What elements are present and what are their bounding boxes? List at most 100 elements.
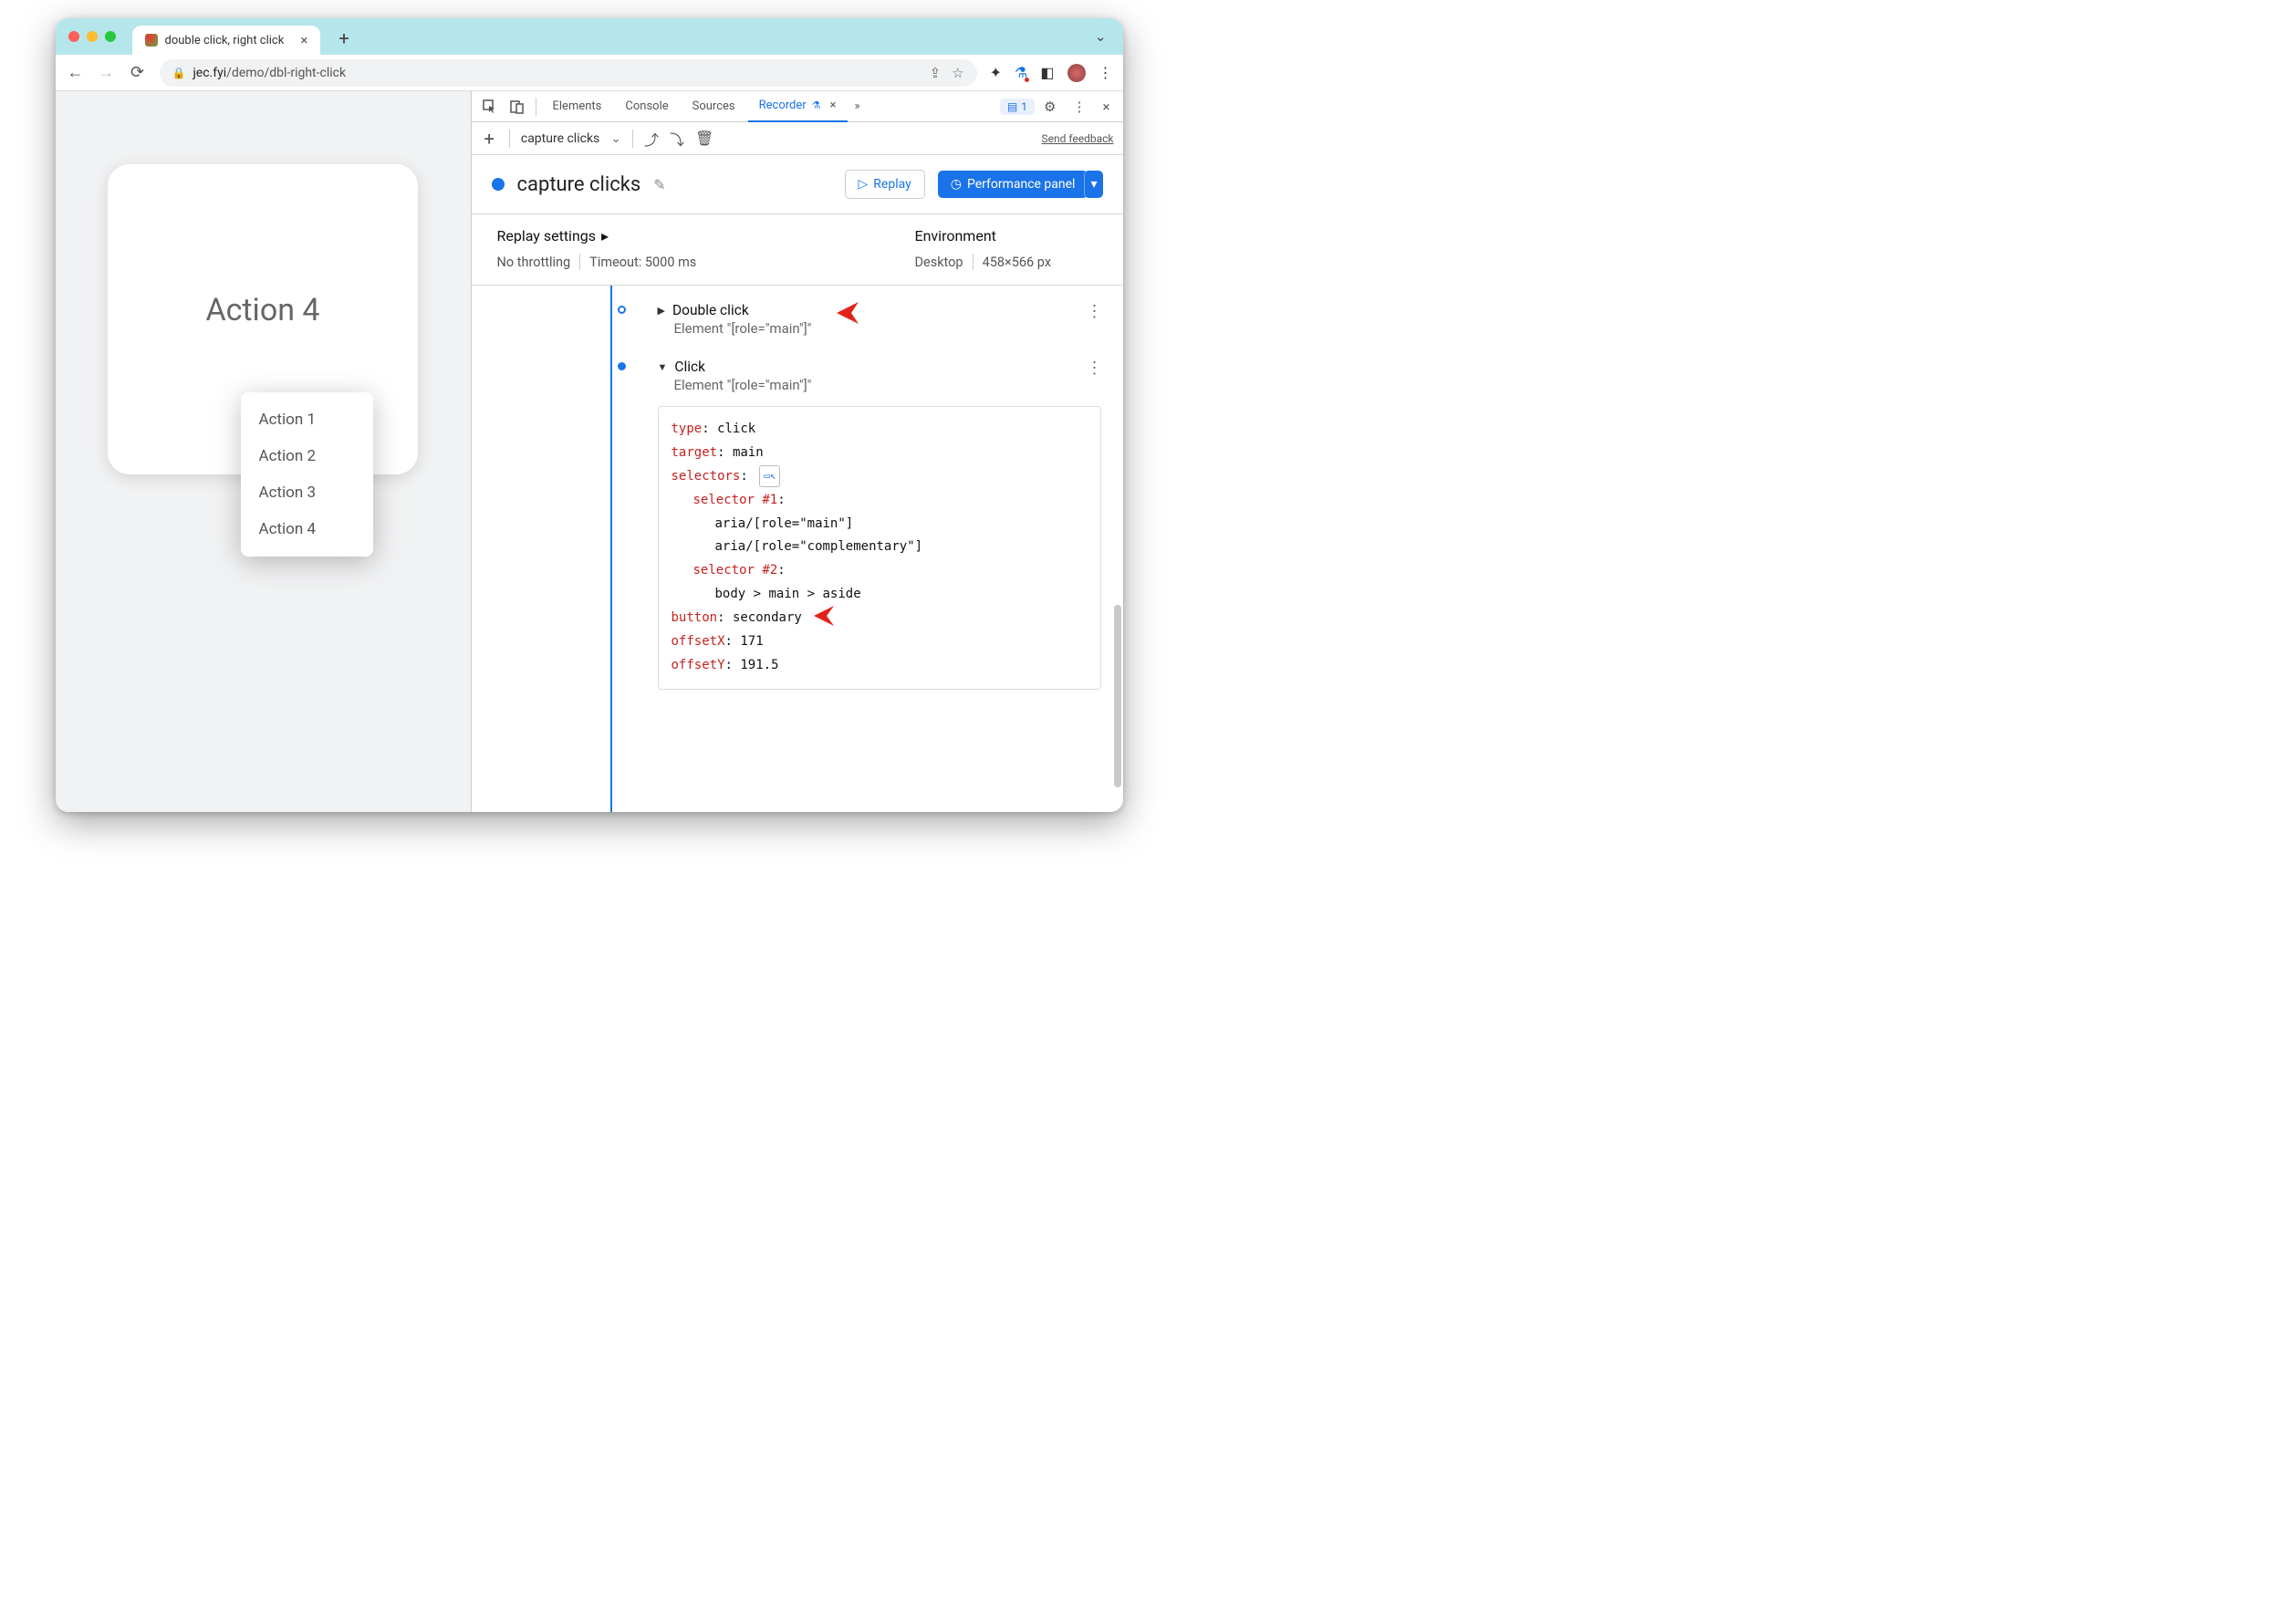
bookmark-icon[interactable]: ☆ [952,65,963,81]
devtools-tab-elements[interactable]: Elements [542,91,613,122]
replay-button-label: Replay [873,177,911,192]
devtools-tab-recorder[interactable]: Recorder ⚗ × [748,91,848,122]
detail-value: 191.5 [740,658,778,672]
window-maximize-button[interactable] [105,31,116,42]
new-recording-button[interactable]: + [481,128,498,150]
browser-toolbar: ← → ⟳ 🔒 jec.fyi/demo/dbl-right-click ⇪ ☆… [56,55,1123,91]
devtools-settings-icon[interactable]: ⚙ [1036,99,1063,115]
expand-icon[interactable]: ▶ [658,305,665,317]
page-viewport[interactable]: Action 4 Action 1 Action 2 Action 3 Acti… [56,91,471,812]
recording-name: capture clicks [521,131,599,146]
devtools-menu-icon[interactable]: ⋮ [1065,99,1093,115]
share-icon[interactable]: ⇪ [930,65,942,81]
export-icon[interactable]: ⤴ [644,128,659,150]
detail-key: offsetX [672,634,725,649]
devtools-panel: Elements Console Sources Recorder ⚗ × » … [471,91,1123,812]
card-title: Action 4 [205,292,319,328]
throttling-value: No throttling [497,255,571,270]
detail-value: aria/[role="main"] [672,513,1088,536]
window-titlebar: double click, right click × + ⌄ [56,18,1123,55]
context-menu-item[interactable]: Action 4 [241,511,373,547]
context-menu-item[interactable]: Action 1 [241,401,373,438]
devtools-tab-sources[interactable]: Sources [682,91,746,122]
tabs-dropdown-button[interactable]: ⌄ [1095,28,1107,45]
tab-close-icon[interactable]: × [830,99,837,112]
detail-value: 171 [740,634,763,649]
devtools-tab-console[interactable]: Console [614,91,679,122]
window-minimize-button[interactable] [87,31,98,42]
delete-icon[interactable]: 🗑 [695,130,713,147]
detail-value: secondary [733,610,802,625]
gauge-icon: ◷ [951,177,962,192]
play-icon: ▷ [859,177,869,192]
import-icon[interactable]: ⤵ [670,128,684,150]
performance-panel-button[interactable]: ◷ Performance panel [938,171,1088,198]
lock-icon: 🔒 [172,67,186,79]
window-close-button[interactable] [68,31,79,42]
tab-close-button[interactable]: × [300,32,307,48]
detail-value: click [717,422,755,436]
collapse-icon[interactable]: ▼ [658,361,668,373]
issues-count: 1 [1021,100,1027,113]
nav-back-button[interactable]: ← [67,63,85,82]
replay-button[interactable]: ▷ Replay [845,170,925,199]
tab-title: double click, right click [165,34,285,47]
profile-avatar[interactable] [1067,64,1086,82]
device-value: Desktop [915,255,963,270]
nav-reload-button[interactable]: ⟳ [129,63,147,82]
detail-value: aria/[role="complementary"] [672,536,1088,559]
scrollbar[interactable] [1114,605,1121,787]
step-click[interactable]: ▼ Click Element "[role="main"]" ⋮ type: … [640,353,1110,706]
annotation-arrow-icon [812,601,858,630]
inspect-element-icon[interactable] [477,96,503,118]
detail-key: button [672,610,718,625]
context-menu-item[interactable]: Action 2 [241,438,373,474]
recording-dropdown-icon[interactable]: ⌄ [610,131,621,146]
detail-key: selector #1 [693,493,778,507]
recorder-header: capture clicks ✎ ▷ Replay ◷ Performance … [472,155,1123,214]
favicon-icon [145,34,158,47]
recorder-steps: ▶ Double click Element "[role="main"]" ⋮… [472,286,1123,812]
selector-picker-icon[interactable]: ▭↖ [759,465,780,487]
detail-key: offsetY [672,658,725,672]
devtools-close-icon[interactable]: × [1095,99,1117,115]
recording-title: capture clicks [517,173,641,196]
browser-menu-button[interactable]: ⋮ [1099,64,1112,81]
issues-badge[interactable]: ▤ 1 [1000,99,1035,115]
recording-indicator-icon [492,178,505,191]
panel-icon[interactable]: ◧ [1040,64,1054,81]
step-double-click[interactable]: ▶ Double click Element "[role="main"]" ⋮ [640,297,1110,353]
devtools-tab-label: Recorder [759,99,807,112]
performance-dropdown-button[interactable]: ▾ [1084,171,1102,198]
address-bar[interactable]: 🔒 jec.fyi/demo/dbl-right-click ⇪ ☆ [160,59,977,87]
send-feedback-link[interactable]: Send feedback [1041,132,1113,145]
chat-icon: ▤ [1007,100,1017,113]
step-node-icon [618,362,626,370]
browser-tab[interactable]: double click, right click × [132,26,321,55]
step-menu-icon[interactable]: ⋮ [1087,359,1103,378]
environment-label: Environment [915,227,1098,245]
experiments-flask-icon[interactable]: ⚗ [1015,64,1027,81]
context-menu-item[interactable]: Action 3 [241,474,373,511]
new-tab-button[interactable]: + [338,27,349,49]
detail-key: type [672,422,703,436]
devtools-tabbar: Elements Console Sources Recorder ⚗ × » … [472,91,1123,122]
edit-title-icon[interactable]: ✎ [653,176,665,193]
recorder-toolbar: + capture clicks ⌄ ⤴ ⤵ 🗑 Send feedback [472,122,1123,155]
context-menu: Action 1 Action 2 Action 3 Action 4 [241,392,373,557]
dimensions-value: 458×566 px [983,255,1051,270]
step-menu-icon[interactable]: ⋮ [1087,302,1103,321]
detail-value: main [733,445,764,460]
device-toolbar-icon[interactable] [505,96,530,118]
step-detail: type: click target: main selectors: ▭↖ s… [658,406,1101,690]
perf-button-label: Performance panel [967,177,1076,192]
flask-icon: ⚗ [812,99,821,111]
replay-settings-label: Replay settings [497,227,597,245]
url-path: /demo/dbl-right-click [226,66,346,80]
extensions-icon[interactable]: ✦ [990,64,1002,81]
nav-forward-button[interactable]: → [98,63,116,82]
timeline-line [610,286,612,812]
annotation-arrow-icon [835,297,884,329]
replay-settings-toggle[interactable]: Replay settings ▸ [497,227,915,245]
more-tabs-button[interactable]: » [849,99,866,113]
